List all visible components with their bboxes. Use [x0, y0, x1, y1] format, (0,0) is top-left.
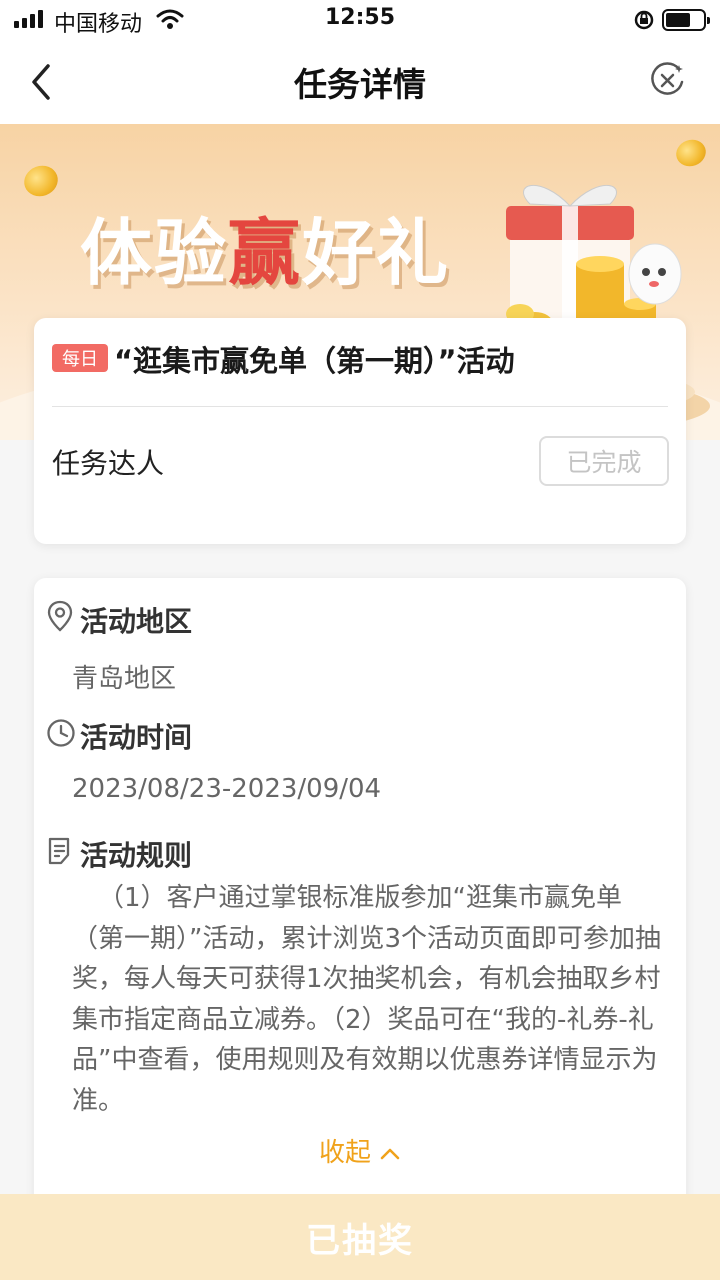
activity-details-card: 活动地区 青岛地区 活动时间 2023/08/23-2023/09/04 活动规… — [34, 578, 686, 1228]
rules-document-icon — [48, 837, 70, 865]
banner-title-highlight: 赢 — [228, 211, 303, 295]
rules-title: 活动规则 — [80, 839, 193, 872]
status-time: 12:55 — [324, 5, 396, 30]
nav-bar: 任务详情 — [0, 40, 720, 124]
banner-title-part2: 好礼 — [302, 211, 451, 295]
divider — [52, 406, 668, 407]
banner-title: 体验赢好礼 — [80, 194, 450, 299]
region-title: 活动地区 — [80, 605, 193, 638]
banner-title-part1: 体验 — [80, 211, 229, 295]
collapse-button[interactable]: 收起 — [34, 1132, 686, 1169]
coin-icon — [19, 161, 63, 201]
completed-status-button[interactable]: 已完成 — [539, 436, 669, 486]
collapse-label: 收起 — [318, 1138, 371, 1168]
location-pin-icon — [47, 600, 73, 632]
close-button[interactable] — [648, 60, 688, 100]
time-title: 活动时间 — [80, 721, 193, 754]
chevron-up-icon — [380, 1148, 400, 1159]
rotation-lock-icon — [634, 10, 654, 30]
status-bar: 中国移动 12:55 — [0, 0, 720, 40]
battery-icon — [662, 9, 710, 31]
task-name: 任务达人 — [52, 447, 165, 480]
page-title: 任务详情 — [294, 65, 426, 104]
rules-text: （1）客户通过掌银标准版参加“逛集市赢免单（第一期）”活动，累计浏览3个活动页面… — [72, 883, 662, 1116]
close-circle-icon — [651, 62, 684, 95]
clock-icon — [47, 719, 75, 747]
task-title: “逛集市赢免单（第一期）”活动 — [114, 344, 515, 378]
region-value: 青岛地区 — [72, 664, 177, 694]
drawn-button[interactable]: 已抽奖 — [0, 1194, 720, 1280]
time-value: 2023/08/23-2023/09/04 — [72, 774, 382, 804]
task-card: 每日 “逛集市赢免单（第一期）”活动 任务达人 已完成 — [34, 318, 686, 544]
daily-badge: 每日 — [52, 344, 108, 372]
